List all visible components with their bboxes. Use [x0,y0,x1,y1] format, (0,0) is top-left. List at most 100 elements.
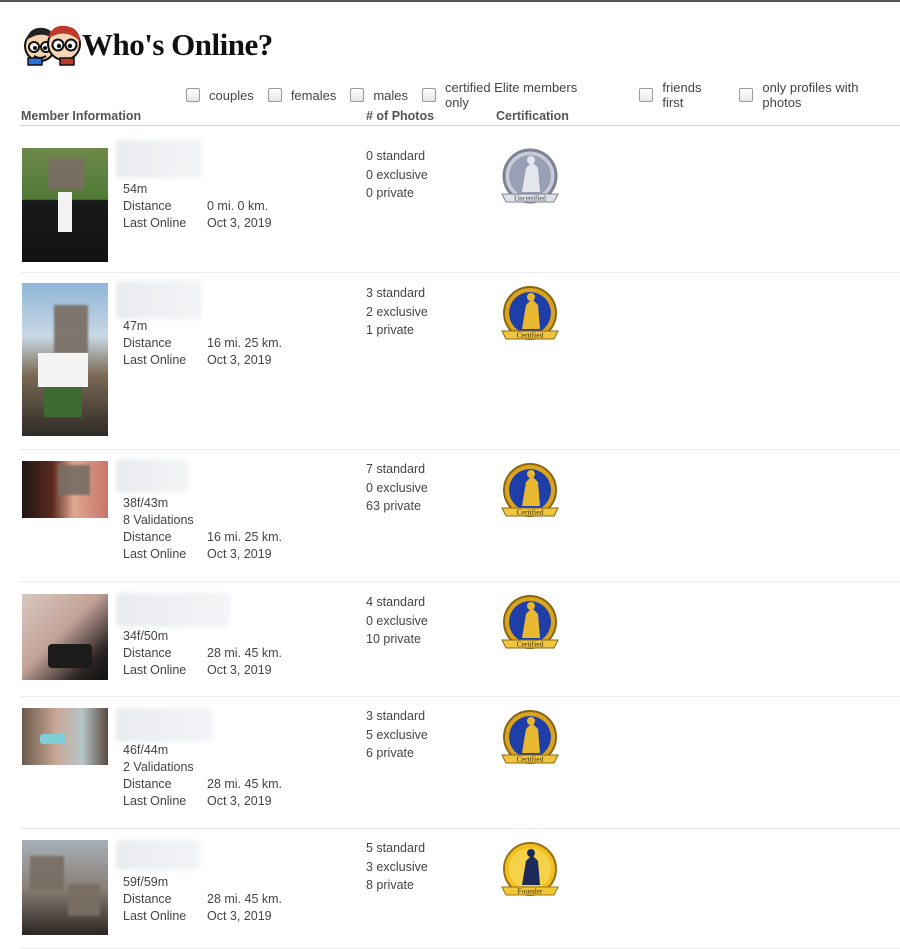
filter-label: males [373,87,409,103]
member-photo[interactable] [22,594,108,680]
member-distance: 0 mi. 0 km. [207,199,269,213]
only-photos-checkbox[interactable] [739,88,754,102]
friends-first-checkbox[interactable] [639,88,654,102]
member-last-online: Oct 3, 2019 [207,353,272,367]
standard-count: 7 standard [366,462,426,476]
exclusive-count: 3 exclusive [366,859,428,874]
member-info: 59f/59m Distance 28 mi. 45 km. Last Onlin… [123,874,282,925]
males-checkbox[interactable] [350,88,365,102]
member-last-online: Oct 3, 2019 [207,794,272,808]
badge-label: Certified [517,640,544,649]
member-validations: 2 Validations [123,760,194,774]
member-distance: 16 mi. 25 km. [207,336,283,350]
member-row: 59f/59m Distance 28 mi. 45 km. Last Onlin… [20,829,900,949]
certified-badge-icon: Certified [501,463,559,517]
photo-counts: 4 standard 0 exclusive 10 private [366,593,428,649]
cartoon-faces-icon [24,25,81,66]
header-photos: # of Photos [366,109,435,123]
certified-badge-icon: Certified [501,595,559,649]
distance-label: Distance [123,199,172,213]
private-count: 1 private [366,323,414,337]
member-distance: 16 mi. 25 km. [207,530,283,544]
distance-label: Distance [123,892,172,906]
member-name-link[interactable] [116,459,188,493]
private-count: 10 private [366,632,421,646]
photo-counts: 7 standard 0 exclusive 63 private [366,460,428,516]
member-age: 46f/44m [123,743,169,757]
filter-females[interactable]: females [267,87,337,103]
member-name-link[interactable] [116,593,230,627]
member-row: 38f/43m 8 Validations Distance 16 mi. 25 … [20,450,900,582]
filter-label: females [290,87,337,103]
member-list: 54m Distance 0 mi. 0 km. Last Online Oct 3… [20,126,900,949]
member-photo[interactable] [22,708,108,765]
exclusive-count: 2 exclusive [366,304,428,319]
standard-count: 0 standard [366,149,426,163]
badge-label: Uncertified [514,195,546,203]
certified-badge-icon: Certified [501,710,559,764]
logo-text: Who's Online? [82,27,273,62]
member-last-online: Oct 3, 2019 [207,663,272,677]
badge-label: Certified [517,331,544,340]
photo-counts: 0 standard 0 exclusive 0 private [366,147,428,203]
filter-males[interactable]: males [350,88,408,103]
certified-elite-checkbox[interactable] [422,88,437,102]
standard-count: 3 standard [366,709,426,723]
table-header: Member Information # of Photos Certifica… [20,107,900,126]
member-age: 59f/59m [123,875,169,889]
last-online-label: Last Online [123,794,187,808]
photo-counts: 3 standard 5 exclusive 6 private [366,707,428,763]
standard-count: 4 standard [366,595,426,609]
exclusive-count: 0 exclusive [366,613,428,628]
top-border [0,0,900,2]
distance-label: Distance [123,777,172,791]
badge-label: Certified [517,755,544,764]
badge-label: Certified [517,508,544,517]
member-age: 34f/50m [123,629,169,643]
member-distance: 28 mi. 45 km. [207,777,283,791]
filter-label: certified Elite members only [445,80,578,110]
member-last-online: Oct 3, 2019 [207,216,272,230]
member-photo[interactable] [22,461,108,518]
last-online-label: Last Online [123,547,187,561]
member-photo[interactable] [22,148,108,262]
photo-counts: 5 standard 3 exclusive 8 private [366,839,428,895]
distance-label: Distance [123,646,172,660]
filter-certified-elite[interactable]: certified Elite members only [422,80,603,110]
filter-only-photos[interactable]: only profiles with photos [739,80,900,110]
uncertified-badge-icon: Uncertified [501,148,559,204]
photo-counts: 3 standard 2 exclusive 1 private [366,284,428,340]
filter-couples[interactable]: couples [186,88,254,103]
member-validations: 8 Validations [123,513,194,527]
standard-count: 5 standard [366,841,426,855]
header-member-information: Member Information [21,109,142,123]
member-photo[interactable] [22,840,108,935]
badge-label: Founder [518,887,544,896]
member-distance: 28 mi. 45 km. [207,646,283,660]
member-age: 47m [123,319,148,333]
member-last-online: Oct 3, 2019 [207,909,272,923]
header-certification: Certification [496,109,569,123]
founder-badge-icon: Founder [501,842,559,896]
filter-label: only profiles with photos [762,80,859,110]
couples-checkbox[interactable] [186,88,200,102]
member-name-link[interactable] [116,140,202,178]
females-checkbox[interactable] [267,88,282,102]
member-name-link[interactable] [116,281,202,319]
member-info: 46f/44m 2 Validations Distance 28 mi. 45 … [123,742,282,810]
private-count: 0 private [366,186,414,200]
private-count: 6 private [366,746,414,760]
member-row: 54m Distance 0 mi. 0 km. Last Online Oct 3… [20,126,900,273]
private-count: 63 private [366,499,421,513]
filter-friends-first[interactable]: friends first [639,80,725,110]
member-name-link[interactable] [116,708,212,742]
whos-online-logo: Who's Online? [20,22,273,68]
member-row: 34f/50m Distance 28 mi. 45 km. Last Onlin… [20,582,900,697]
member-last-online: Oct 3, 2019 [207,547,272,561]
member-name-link[interactable] [116,840,200,870]
exclusive-count: 0 exclusive [366,167,428,182]
member-photo[interactable] [22,283,108,436]
member-info: 54m Distance 0 mi. 0 km. Last Online Oct 3… [123,181,272,232]
member-distance: 28 mi. 45 km. [207,892,283,906]
member-age: 54m [123,182,148,196]
